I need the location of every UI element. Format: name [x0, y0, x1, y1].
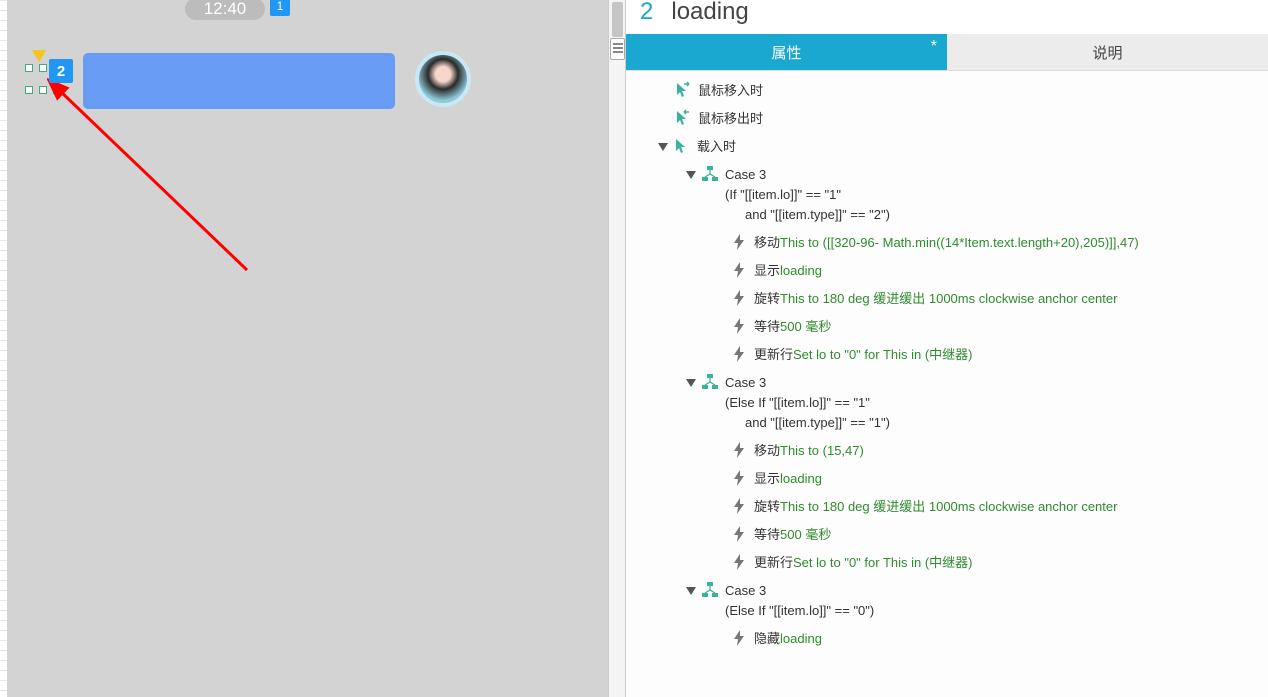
case-item[interactable]: Case 3 (Else If "[[item.lo]]" == "0") — [626, 577, 1268, 625]
cursor-icon — [673, 137, 691, 155]
action-item[interactable]: 等待 500 毫秒 — [626, 313, 1268, 341]
case-condition: (If "[[item.lo]]" == "1" — [725, 185, 890, 205]
bolt-icon — [730, 233, 748, 251]
action-detail: loading — [780, 629, 822, 649]
flowchart-icon — [701, 165, 719, 183]
tab-notes-label: 说明 — [1092, 42, 1122, 63]
action-item[interactable]: 更新行 Set lo to "0" for This in (中继器) — [626, 549, 1268, 577]
case-name: Case 3 — [725, 373, 890, 393]
disclosure-triangle-icon[interactable] — [656, 140, 670, 154]
bolt-icon — [730, 441, 748, 459]
bolt-icon — [730, 317, 748, 335]
footnote-badge-2: 2 — [49, 59, 73, 83]
action-detail: This to 180 deg 缓进缓出 1000ms clockwise an… — [780, 497, 1117, 517]
action-detail: This to 180 deg 缓进缓出 1000ms clockwise an… — [780, 289, 1117, 309]
inspector-tabs: 属性 * 说明 — [626, 34, 1268, 71]
vertical-ruler — [0, 0, 7, 697]
panel-divider[interactable] — [608, 0, 626, 697]
footnote-badge-1: 1 — [270, 0, 290, 16]
bolt-icon — [730, 261, 748, 279]
bolt-icon — [730, 525, 748, 543]
action-item[interactable]: 旋转This to 180 deg 缓进缓出 1000ms clockwise … — [626, 285, 1268, 313]
avatar[interactable] — [415, 51, 471, 107]
event-mouse-leave[interactable]: 鼠标移出时 — [626, 105, 1268, 133]
action-detail: Set lo to "0" for This in (中继器) — [793, 345, 973, 365]
action-detail: loading — [780, 469, 822, 489]
disclosure-triangle-icon[interactable] — [684, 584, 698, 598]
cursor-icon — [674, 81, 692, 99]
action-item[interactable]: 旋转This to 180 deg 缓进缓出 1000ms clockwise … — [626, 493, 1268, 521]
action-label: 显示 — [754, 261, 780, 281]
disclosure-triangle-icon[interactable] — [684, 376, 698, 390]
tab-properties[interactable]: 属性 * — [626, 34, 947, 70]
action-item[interactable]: 显示 loading — [626, 257, 1268, 285]
action-label: 显示 — [754, 469, 780, 489]
action-item[interactable]: 更新行 Set lo to "0" for This in (中继器) — [626, 341, 1268, 369]
action-label: 隐藏 — [754, 629, 780, 649]
action-label: 旋转 — [754, 497, 780, 517]
case-name: Case 3 — [725, 581, 874, 601]
action-detail: 500 毫秒 — [780, 317, 831, 337]
dirty-indicator: * — [931, 38, 937, 56]
timestamp-pill: 12:40 — [185, 0, 265, 20]
case-condition: (Else If "[[item.lo]]" == "1" — [725, 393, 890, 413]
case-name: Case 3 — [725, 165, 890, 185]
action-label: 更新行 — [754, 345, 793, 365]
action-item[interactable]: 移动 This to ([[320-96- Math.min((14*Item.… — [626, 229, 1268, 257]
case-item[interactable]: Case 3 (Else If "[[item.lo]]" == "1" and… — [626, 369, 1268, 437]
action-item[interactable]: 等待 500 毫秒 — [626, 521, 1268, 549]
tab-properties-label: 属性 — [771, 42, 801, 63]
action-detail: This to (15,47) — [780, 441, 864, 461]
bolt-icon — [730, 497, 748, 515]
event-on-load[interactable]: 载入时 — [626, 133, 1268, 161]
selection-marker-icon — [32, 50, 46, 62]
collapse-panel-button[interactable] — [610, 38, 625, 60]
disclosure-triangle-icon[interactable] — [684, 168, 698, 182]
bolt-icon — [730, 345, 748, 363]
inspector-header: 2 loading — [626, 0, 1268, 34]
inspector-panel: 2 loading 属性 * 说明 鼠标移入时 鼠标移出时 — [626, 0, 1268, 697]
case-item[interactable]: Case 3 (If "[[item.lo]]" == "1" and "[[i… — [626, 161, 1268, 229]
event-label: 鼠标移出时 — [698, 109, 763, 129]
flowchart-icon — [701, 581, 719, 599]
bolt-icon — [730, 289, 748, 307]
canvas-area[interactable]: 12:40 1 2 — [0, 0, 608, 697]
action-detail: This to ([[320-96- Math.min((14*Item.tex… — [780, 233, 1139, 253]
widget-footnote-number: 2 — [640, 0, 653, 26]
case-condition: and "[[item.type]]" == "2") — [725, 205, 890, 225]
bolt-icon — [730, 629, 748, 647]
action-detail: loading — [780, 261, 822, 281]
action-item[interactable]: 隐藏 loading — [626, 625, 1268, 653]
case-condition: (Else If "[[item.lo]]" == "0") — [725, 601, 874, 621]
event-mouse-enter[interactable]: 鼠标移入时 — [626, 77, 1268, 105]
tab-notes[interactable]: 说明 — [947, 34, 1268, 70]
bolt-icon — [730, 469, 748, 487]
flowchart-icon — [701, 373, 719, 391]
case-condition: and "[[item.type]]" == "1") — [725, 413, 890, 433]
action-label: 移动 — [754, 441, 780, 461]
action-detail: Set lo to "0" for This in (中继器) — [793, 553, 973, 573]
widget-name[interactable]: loading — [671, 0, 748, 26]
action-item[interactable]: 移动 This to (15,47) — [626, 437, 1268, 465]
action-label: 等待 — [754, 317, 780, 337]
event-label: 鼠标移入时 — [698, 81, 763, 101]
action-label: 旋转 — [754, 289, 780, 309]
bolt-icon — [730, 553, 748, 571]
action-detail: 500 毫秒 — [780, 525, 831, 545]
action-label: 更新行 — [754, 553, 793, 573]
event-label: 载入时 — [697, 137, 736, 157]
annotation-arrow-icon — [47, 70, 267, 290]
scrollbar-thumb[interactable] — [612, 2, 623, 37]
interactions-tree[interactable]: 鼠标移入时 鼠标移出时 载入时 Case 3 — [626, 71, 1268, 697]
action-label: 等待 — [754, 525, 780, 545]
cursor-icon — [674, 109, 692, 127]
action-label: 移动 — [754, 233, 780, 253]
action-item[interactable]: 显示 loading — [626, 465, 1268, 493]
